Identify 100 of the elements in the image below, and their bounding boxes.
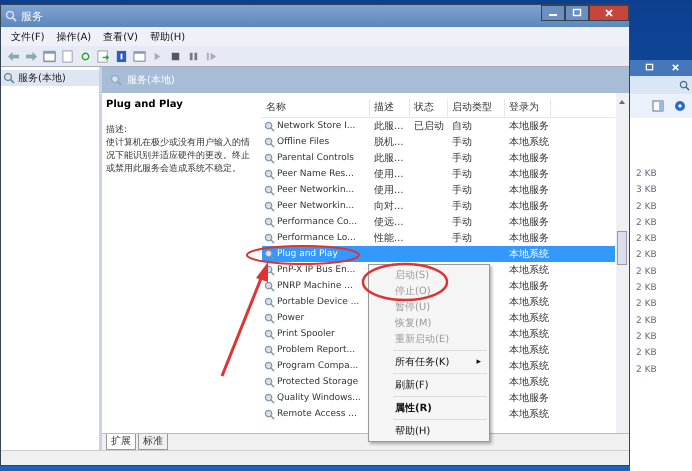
- table-cell[interactable]: Power: [277, 313, 304, 323]
- table-cell-text: 手动: [451, 232, 473, 245]
- close-icon: [604, 8, 614, 18]
- service-icon: [264, 152, 275, 164]
- table-cell-text: 本地系统: [508, 312, 550, 325]
- table-cell-text: 手动: [451, 152, 473, 165]
- table-cell[interactable]: Print Spooler: [277, 329, 335, 339]
- column-header[interactable]: 描述: [370, 99, 410, 117]
- table-cell-text: 本地服务: [508, 184, 550, 197]
- table-cell[interactable]: Portable Device ...: [277, 297, 360, 307]
- maximize-icon: [644, 62, 654, 72]
- column-header[interactable]: 启动类型: [448, 99, 505, 117]
- table-cell-text: 使用...: [373, 168, 405, 181]
- description-label: 描述:: [106, 124, 128, 137]
- table-cell-text: 本地系统: [508, 296, 550, 309]
- table-cell[interactable]: PnP-X IP Bus En...: [277, 265, 356, 275]
- file-size: 3 KB: [636, 184, 658, 198]
- file-size: 2 KB: [636, 233, 658, 246]
- file-size: 2 KB: [636, 364, 658, 377]
- file-size: 2 KB: [636, 266, 658, 279]
- file-size: 2 KB: [636, 298, 658, 312]
- table-cell-text: 手动: [451, 184, 473, 197]
- table-cell-text: 本地服务: [508, 120, 550, 133]
- window-icon[interactable]: [133, 50, 146, 62]
- column-header[interactable]: 状态: [410, 99, 448, 117]
- service-icon: [264, 200, 275, 212]
- service-icon: [264, 136, 275, 148]
- table-cell[interactable]: Performance Co...: [277, 217, 358, 227]
- help-icon[interactable]: [115, 50, 128, 62]
- service-icon: [264, 344, 275, 356]
- menu-item[interactable]: 刷新(F): [369, 377, 489, 393]
- service-icon: [264, 312, 275, 324]
- menu-item[interactable]: 操作(A): [56, 30, 92, 44]
- console-tree-icon[interactable]: [43, 50, 56, 62]
- file-size: 2 KB: [636, 347, 658, 360]
- service-icon: [264, 168, 275, 180]
- table-cell[interactable]: Offline Files: [277, 137, 330, 147]
- close-button[interactable]: [589, 5, 629, 21]
- view-tab[interactable]: 扩展: [106, 434, 136, 450]
- file-size: 2 KB: [636, 216, 658, 230]
- table-cell[interactable]: Peer Networkin...: [277, 201, 354, 211]
- column-header[interactable]: 名称: [262, 99, 370, 117]
- services-icon: [3, 72, 15, 84]
- service-icon: [264, 376, 275, 388]
- table-cell-text: 本地系统: [508, 344, 550, 357]
- table-cell[interactable]: Remote Access ...: [277, 409, 357, 419]
- scrollbar[interactable]: [616, 93, 629, 433]
- service-icon: [264, 328, 275, 340]
- table-cell-text: 手动: [451, 168, 473, 181]
- service-icon: [264, 216, 275, 228]
- menu-item[interactable]: 帮助(H): [150, 30, 186, 44]
- window-title: 服务: [21, 8, 43, 24]
- refresh-icon[interactable]: [79, 50, 92, 62]
- menu-item[interactable]: 所有任务(K) ▸: [369, 354, 489, 370]
- file-size: 2 KB: [636, 330, 658, 344]
- table-cell[interactable]: Program Compa...: [277, 361, 358, 371]
- document-icon[interactable]: [61, 50, 74, 62]
- service-icon: [264, 392, 275, 404]
- table-cell-text: 本地服务: [508, 280, 550, 293]
- table-cell[interactable]: Parental Controls: [277, 153, 354, 163]
- table-cell[interactable]: Network Store I...: [277, 121, 356, 131]
- tree-item[interactable]: 服务(本地): [1, 70, 99, 86]
- table-cell[interactable]: Peer Networkin...: [277, 185, 354, 195]
- table-cell-text: 此服...: [373, 152, 405, 165]
- preview-pane-icon[interactable]: [652, 100, 664, 112]
- maximize-button[interactable]: [565, 5, 589, 21]
- service-icon: [264, 184, 275, 196]
- search-icon: [110, 74, 122, 86]
- table-cell[interactable]: Problem Report...: [277, 345, 356, 355]
- menu-item[interactable]: 文件(F): [11, 30, 45, 44]
- service-icon: [264, 248, 275, 260]
- header-title: 服务(本地): [127, 74, 175, 87]
- maximize-icon: [572, 8, 582, 18]
- service-icon: [264, 360, 275, 372]
- table-cell-text: 本地服务: [508, 152, 550, 165]
- menu-item[interactable]: 属性(R): [369, 400, 489, 416]
- table-cell-text: 使远...: [373, 216, 405, 229]
- export-icon[interactable]: [97, 50, 110, 62]
- menu-item[interactable]: 帮助(H): [369, 423, 489, 439]
- service-icon: [264, 280, 275, 292]
- scroll-thumb[interactable]: [617, 231, 627, 265]
- table-cell-text: 本地服务: [508, 168, 550, 181]
- table-cell[interactable]: PNRP Machine ...: [277, 281, 353, 291]
- table-cell-text: 本地服务: [508, 216, 550, 229]
- table-cell[interactable]: Performance Lo...: [277, 233, 356, 243]
- table-cell-text: 自动: [451, 120, 473, 133]
- column-header[interactable]: 登录为: [505, 99, 551, 117]
- table-cell-text: 本地系统: [508, 136, 550, 149]
- table-cell[interactable]: Quality Windows...: [277, 393, 361, 403]
- search-icon[interactable]: [679, 80, 690, 90]
- help-icon[interactable]: [674, 100, 686, 112]
- menu-item[interactable]: 查看(V): [103, 30, 138, 44]
- scroll-up-icon[interactable]: [618, 99, 626, 105]
- table-cell-text: 本地服务: [508, 232, 550, 245]
- service-title: Plug and Play: [106, 99, 184, 110]
- table-cell[interactable]: Peer Name Res...: [277, 169, 354, 179]
- minimize-button[interactable]: [541, 5, 565, 21]
- table-cell-text: 脱机...: [373, 136, 405, 149]
- table-cell-text: 此服...: [373, 120, 405, 133]
- table-cell[interactable]: Protected Storage: [277, 377, 358, 387]
